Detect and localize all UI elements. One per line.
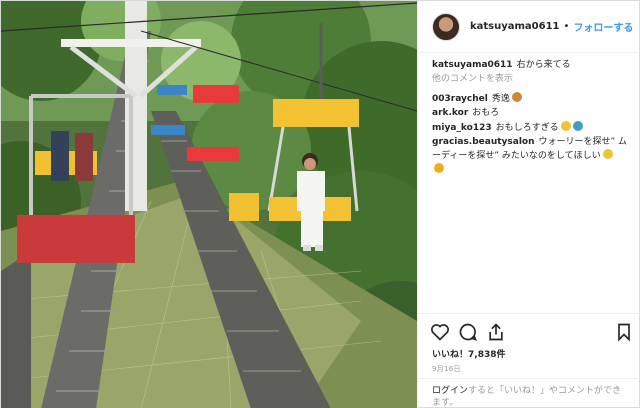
comment-icon[interactable] — [458, 322, 478, 342]
caption-text: 右から来てる — [516, 60, 571, 70]
comment-text: おもろ — [472, 108, 500, 118]
avatar[interactable] — [432, 12, 460, 41]
comment-list: katsuyama0611 右から来てる 他のコメントを表示 003raychel… — [432, 59, 636, 178]
likes-label: いいね！ — [432, 350, 469, 360]
emoji-icon — [511, 92, 522, 102]
emoji-icon — [572, 121, 583, 131]
follow-button[interactable]: フォローする — [573, 19, 633, 34]
instagram-embed: katsuyama0611 • フォローする katsuyama0611 右から来… — [0, 0, 640, 408]
comment-text: おもしろすぎる — [495, 123, 559, 133]
like-count[interactable]: いいね！7,838件 — [432, 347, 505, 360]
comment-item: miya_ko123 おもしろすぎる — [432, 121, 636, 135]
comment-username[interactable]: miya_ko123 — [432, 123, 492, 133]
post-date: 9月16日 — [432, 365, 461, 373]
comment-username[interactable]: ark.kor — [432, 108, 468, 118]
login-prompt: ログインすると「いいね！」やコメントができます。 — [418, 378, 640, 408]
caption: katsuyama0611 右から来てる — [432, 59, 636, 72]
action-bar: いいね！7,838件 9月16日 ログインすると「いいね！」やコメントができます… — [418, 313, 640, 408]
emoji-icon — [434, 163, 444, 173]
login-link[interactable]: ログイン — [432, 386, 468, 396]
emoji-icon — [602, 149, 613, 159]
comment-item: 003raychel 秀逸 — [432, 92, 636, 106]
comment-username[interactable]: 003raychel — [432, 94, 488, 104]
likes-count: 7,838件 — [468, 350, 506, 360]
post-sidebar: katsuyama0611 • フォローする katsuyama0611 右から来… — [417, 1, 640, 408]
username-link[interactable]: katsuyama0611 — [470, 21, 560, 32]
caption-username[interactable]: katsuyama0611 — [432, 60, 513, 70]
separator-dot: • — [563, 21, 570, 32]
comment-item: ark.kor おもろ — [432, 107, 636, 120]
comment-item: gracias.beautysalon ウォーリーを探せ” ムーディーを探せ” み… — [432, 136, 636, 177]
post-photo[interactable] — [1, 1, 417, 408]
view-more-comments-link[interactable]: 他のコメントを表示 — [432, 73, 636, 86]
chairlift-photo — [1, 1, 417, 408]
share-icon[interactable] — [486, 322, 506, 342]
action-icons — [430, 322, 634, 344]
heart-icon[interactable] — [430, 322, 450, 342]
emoji-icon — [560, 121, 571, 131]
comment-text: 秀逸 — [491, 94, 510, 104]
comment-username[interactable]: gracias.beautysalon — [432, 137, 535, 147]
bookmark-icon[interactable] — [614, 322, 634, 342]
post-header: katsuyama0611 • フォローする — [418, 1, 640, 53]
